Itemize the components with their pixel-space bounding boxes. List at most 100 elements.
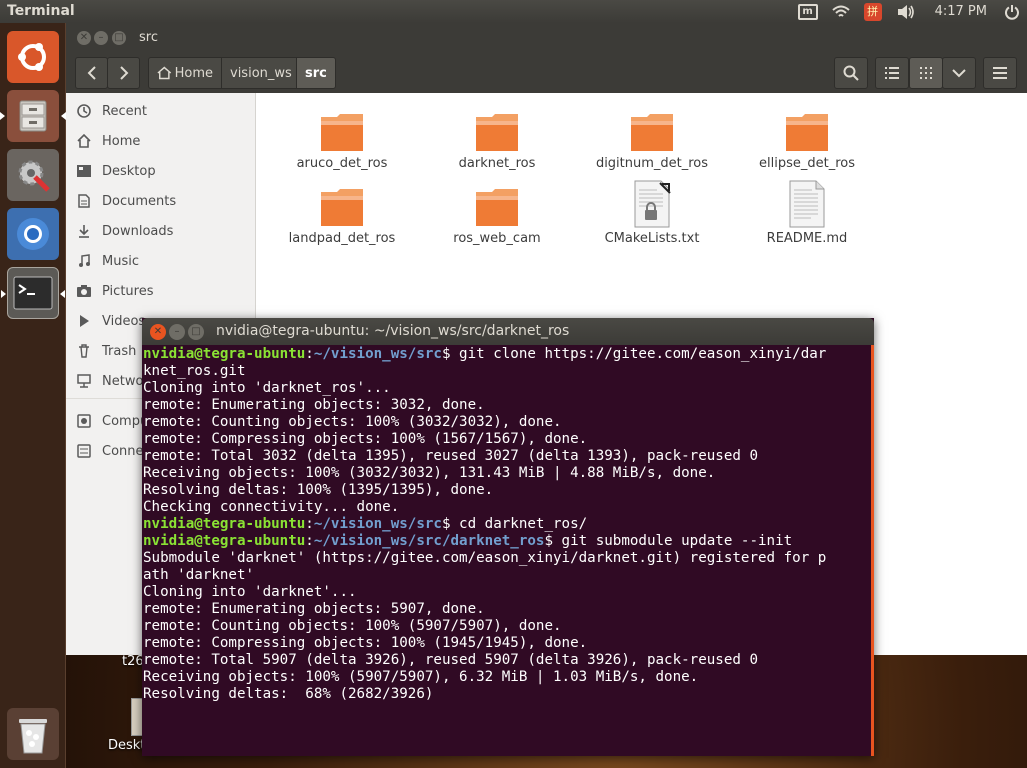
file-name: darknet_ros bbox=[458, 156, 536, 171]
maximize-button[interactable]: □ bbox=[188, 324, 204, 340]
prompt-user: nvidia@tegra-ubuntu bbox=[143, 533, 306, 549]
folder-item[interactable]: darknet_ros bbox=[422, 107, 572, 171]
terminal-line: Resolving deltas: 68% (2682/3926) bbox=[143, 686, 434, 702]
file-item[interactable]: README.md bbox=[732, 177, 882, 246]
camera-icon bbox=[66, 285, 102, 297]
terminal-scrollbar[interactable] bbox=[871, 345, 874, 756]
file-name: CMakeLists.txt bbox=[604, 231, 700, 246]
sidebar-item-desktop[interactable]: Desktop bbox=[66, 156, 256, 186]
clock[interactable]: 4:17 PM bbox=[923, 0, 997, 23]
terminal-line: remote: Total 5907 (delta 3926), reused … bbox=[143, 652, 758, 668]
ime-icon: 拼 bbox=[863, 2, 882, 21]
folder-item[interactable]: ellipse_det_ros bbox=[732, 107, 882, 171]
computer-icon bbox=[66, 414, 102, 428]
sidebar-item-documents[interactable]: Documents bbox=[66, 186, 256, 216]
sidebar-item-music[interactable]: Music bbox=[66, 246, 256, 276]
hamburger-menu-icon bbox=[993, 67, 1007, 79]
file-name: digitnum_det_ros bbox=[595, 156, 709, 171]
search-button[interactable] bbox=[834, 57, 868, 89]
session-menu[interactable] bbox=[997, 0, 1027, 23]
grid-view-button[interactable] bbox=[909, 57, 943, 89]
launcher-chromium[interactable] bbox=[7, 208, 59, 260]
terminal-line: remote: Counting objects: 100% (5907/590… bbox=[143, 618, 562, 634]
terminal-icon bbox=[13, 276, 53, 310]
menu-button[interactable] bbox=[983, 57, 1017, 89]
trash-icon bbox=[19, 719, 47, 754]
terminal-line: remote: Counting objects: 100% (3032/303… bbox=[143, 414, 562, 430]
chromium-icon bbox=[17, 218, 49, 250]
file-manager-toolbar: Home vision_ws src bbox=[66, 53, 1027, 93]
sidebar-item-home[interactable]: Home bbox=[66, 126, 256, 156]
desktop-icon-label[interactable]: Deskt bbox=[108, 738, 145, 753]
close-button[interactable]: ✕ bbox=[77, 31, 91, 45]
terminal-output[interactable]: nvidia@tegra-ubuntu:~/vision_ws/src$ git… bbox=[143, 346, 871, 754]
launcher-files[interactable] bbox=[0, 90, 66, 142]
sidebar-item-recent[interactable]: Recent bbox=[66, 96, 256, 126]
folder-item[interactable]: aruco_det_ros bbox=[267, 107, 417, 171]
file-item[interactable]: CMakeLists.txt bbox=[577, 177, 727, 246]
home-icon bbox=[157, 66, 172, 80]
chevron-right-icon bbox=[119, 66, 128, 80]
folder-icon bbox=[732, 107, 882, 153]
launcher-dash[interactable] bbox=[7, 31, 59, 83]
folder-icon bbox=[267, 182, 417, 228]
terminal-line: nvidia@tegra-ubuntu:~/vision_ws/src$ git… bbox=[143, 346, 871, 363]
launcher-terminal[interactable] bbox=[1, 267, 65, 319]
input-method-indicator[interactable]: 拼 bbox=[857, 0, 889, 23]
back-button[interactable] bbox=[75, 57, 108, 89]
sidebar-item-label: Trash bbox=[102, 343, 137, 359]
network-indicator[interactable] bbox=[825, 0, 857, 23]
sidebar-item-downloads[interactable]: Downloads bbox=[66, 216, 256, 246]
breadcrumb-home-label: Home bbox=[174, 65, 213, 81]
breadcrumb-src[interactable]: src bbox=[296, 57, 336, 89]
breadcrumb-vision-ws[interactable]: vision_ws bbox=[221, 57, 297, 89]
terminal-line: remote: Compressing objects: 100% (1567/… bbox=[143, 431, 588, 447]
prompt-path: ~/vision_ws/src bbox=[313, 346, 442, 362]
folder-icon bbox=[267, 107, 417, 153]
indicator-area: m 拼 4:17 PM bbox=[791, 0, 1027, 23]
terminal-line: nvidia@tegra-ubuntu:~/vision_ws/src/dark… bbox=[143, 533, 871, 550]
sound-indicator[interactable] bbox=[889, 0, 923, 23]
prompt-path: ~/vision_ws/src bbox=[313, 516, 442, 532]
terminal-titlebar[interactable]: ✕ – □ nvidia@tegra-ubuntu: ~/vision_ws/s… bbox=[142, 318, 874, 345]
list-view-button[interactable] bbox=[875, 57, 909, 89]
maximize-button[interactable]: □ bbox=[112, 31, 126, 45]
launcher-trash[interactable] bbox=[7, 708, 59, 760]
text-file-icon bbox=[732, 177, 882, 228]
keyboard-indicator[interactable]: m bbox=[791, 0, 825, 23]
sidebar-item-label: Home bbox=[102, 133, 141, 149]
terminal-window[interactable]: ✕ – □ nvidia@tegra-ubuntu: ~/vision_ws/s… bbox=[142, 318, 874, 756]
file-name: ellipse_det_ros bbox=[759, 156, 855, 171]
file-manager-titlebar[interactable]: ✕ – □ src bbox=[66, 23, 1027, 53]
home-icon bbox=[66, 134, 102, 148]
document-icon bbox=[66, 194, 102, 208]
sidebar-item-label: Pictures bbox=[102, 283, 154, 299]
desktop-icon-label[interactable]: t26 bbox=[122, 654, 144, 669]
ubuntu-logo-icon bbox=[18, 43, 46, 71]
file-name: ros_web_cam bbox=[453, 231, 541, 246]
minimize-button[interactable]: – bbox=[94, 31, 108, 45]
folder-item[interactable]: ros_web_cam bbox=[422, 182, 572, 246]
close-button[interactable]: ✕ bbox=[150, 324, 166, 340]
minimize-button[interactable]: – bbox=[169, 324, 185, 340]
breadcrumb-vision-ws-label: vision_ws bbox=[230, 65, 292, 81]
terminal-title: nvidia@tegra-ubuntu: ~/vision_ws/src/dar… bbox=[216, 323, 570, 339]
terminal-line: ath 'darknet' bbox=[143, 567, 255, 583]
prompt-separator: : bbox=[305, 346, 314, 362]
terminal-line: Submodule 'darknet' (https://gitee.com/e… bbox=[143, 550, 827, 566]
folder-icon bbox=[422, 182, 572, 228]
server-icon bbox=[66, 444, 102, 458]
locked-text-file-icon bbox=[577, 177, 727, 228]
breadcrumb-home[interactable]: Home bbox=[148, 57, 222, 89]
folder-item[interactable]: digitnum_det_ros bbox=[577, 107, 727, 171]
prompt-user: nvidia@tegra-ubuntu bbox=[143, 346, 306, 362]
forward-button[interactable] bbox=[107, 57, 140, 89]
wifi-icon bbox=[831, 5, 850, 17]
command-text: $ git submodule update --init bbox=[544, 533, 793, 549]
view-options-button[interactable] bbox=[942, 57, 976, 89]
sidebar-item-pictures[interactable]: Pictures bbox=[66, 276, 256, 306]
launcher-settings[interactable] bbox=[7, 149, 59, 201]
grid-view-icon bbox=[920, 67, 932, 79]
folder-item[interactable]: landpad_det_ros bbox=[267, 182, 417, 246]
sidebar-item-label: Desktop bbox=[102, 163, 156, 179]
